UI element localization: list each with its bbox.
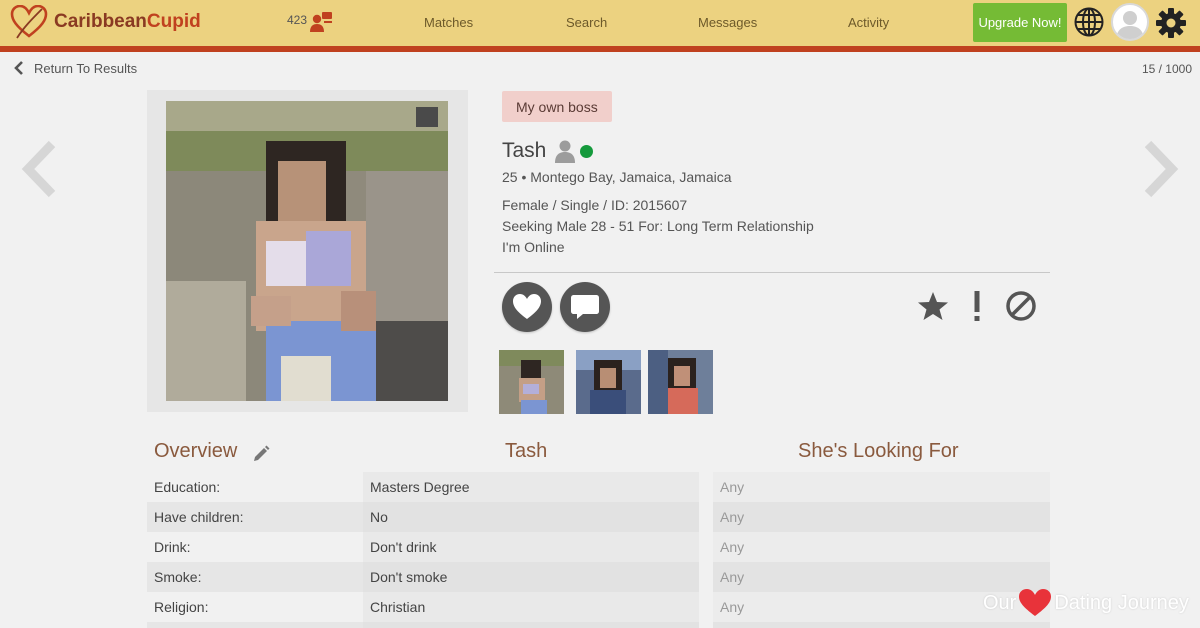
table-row xyxy=(713,622,1050,628)
row-label-children: Have children: xyxy=(154,509,244,525)
table-row xyxy=(713,502,1050,532)
looking-for-title: She's Looking For xyxy=(798,440,959,462)
profile-name-row: Tash xyxy=(502,139,594,163)
notifications[interactable]: 423 xyxy=(287,11,333,33)
chevron-left-icon xyxy=(14,61,23,75)
headline-tag: My own boss xyxy=(502,91,612,122)
logo-wordmark: CaribbeanCupid xyxy=(54,11,201,32)
row-value-religion: Christian xyxy=(370,599,426,615)
table-row xyxy=(147,622,363,628)
profile-seeking: Seeking Male 28 - 51 For: Long Term Rela… xyxy=(502,218,814,234)
profile-name: Tash xyxy=(502,139,547,162)
report-exclamation-icon[interactable] xyxy=(969,290,985,322)
header-accent-stripe xyxy=(0,46,1200,52)
table-row xyxy=(713,472,1050,502)
profile-photo[interactable] xyxy=(166,101,448,401)
nav-messages[interactable]: Messages xyxy=(698,15,757,30)
star-favorite-icon[interactable] xyxy=(917,290,949,322)
globe-icon[interactable] xyxy=(1073,6,1105,38)
row-label-religion: Religion: xyxy=(154,599,209,615)
nav-activity[interactable]: Activity xyxy=(848,15,889,30)
user-avatar[interactable] xyxy=(1111,3,1149,41)
row-value-smoke: Don't smoke xyxy=(370,569,448,585)
default-avatar-icon xyxy=(1116,11,1144,39)
like-button[interactable] xyxy=(502,282,552,332)
table-row xyxy=(713,532,1050,562)
thumbnail-image-3 xyxy=(648,350,713,414)
chat-bubble-icon xyxy=(571,295,599,319)
row-looking-smoke: Any xyxy=(720,569,745,585)
watermark-text-2: Dating Journey xyxy=(1054,591,1189,614)
heart-logo-icon xyxy=(10,5,48,39)
profile-details: Female / Single / ID: 2015607 xyxy=(502,197,688,213)
online-status-dot xyxy=(580,144,594,158)
next-profile-arrow-icon[interactable] xyxy=(1140,140,1180,198)
row-label-smoke: Smoke: xyxy=(154,569,202,585)
person-icon xyxy=(555,140,576,163)
watermark: Our Dating Journey xyxy=(983,588,1189,618)
table-row xyxy=(363,502,699,532)
return-label: Return To Results xyxy=(34,60,138,76)
row-label-drink: Drink: xyxy=(154,539,191,555)
thumbnail-image-1 xyxy=(499,350,564,414)
row-looking-education: Any xyxy=(720,479,745,495)
photo-thumbnail[interactable] xyxy=(648,350,713,414)
site-logo[interactable]: CaribbeanCupid xyxy=(10,5,201,39)
row-value-children: No xyxy=(370,509,388,525)
row-label-education: Education: xyxy=(154,479,221,495)
overview-title: Overview xyxy=(154,440,238,462)
edit-pencil-icon[interactable] xyxy=(252,445,270,463)
upgrade-button[interactable]: Upgrade Now! xyxy=(973,3,1067,42)
profile-divider xyxy=(494,272,1050,273)
row-looking-religion: Any xyxy=(720,599,745,615)
watermark-text-1: Our xyxy=(983,591,1017,614)
heart-icon xyxy=(513,294,541,319)
photo-thumbnail[interactable] xyxy=(499,350,564,414)
nav-search[interactable]: Search xyxy=(566,15,607,30)
photo-thumbnail[interactable] xyxy=(576,350,641,414)
watermark-heart-icon xyxy=(1019,589,1052,616)
previous-profile-arrow-icon[interactable] xyxy=(20,140,60,198)
row-value-education: Masters Degree xyxy=(370,479,470,495)
message-button[interactable] xyxy=(560,282,610,332)
interests-icon xyxy=(310,12,333,32)
thumbnail-image-2 xyxy=(576,350,641,414)
return-to-results-link[interactable]: Return To Results xyxy=(13,60,137,76)
person-column-title: Tash xyxy=(505,440,548,462)
profile-location: 25 • Montego Bay, Jamaica, Jamaica xyxy=(502,169,732,185)
gear-icon[interactable] xyxy=(1155,7,1187,39)
row-looking-children: Any xyxy=(720,509,745,525)
notification-count: 423 xyxy=(287,13,308,27)
row-looking-drink: Any xyxy=(720,539,745,555)
table-row xyxy=(363,622,699,628)
row-value-drink: Don't drink xyxy=(370,539,437,555)
pixelated-photo xyxy=(166,101,448,401)
block-icon[interactable] xyxy=(1005,290,1037,322)
profile-online-status: I'm Online xyxy=(502,239,565,255)
result-counter: 15 / 1000 xyxy=(1141,62,1192,76)
nav-matches[interactable]: Matches xyxy=(424,15,473,30)
